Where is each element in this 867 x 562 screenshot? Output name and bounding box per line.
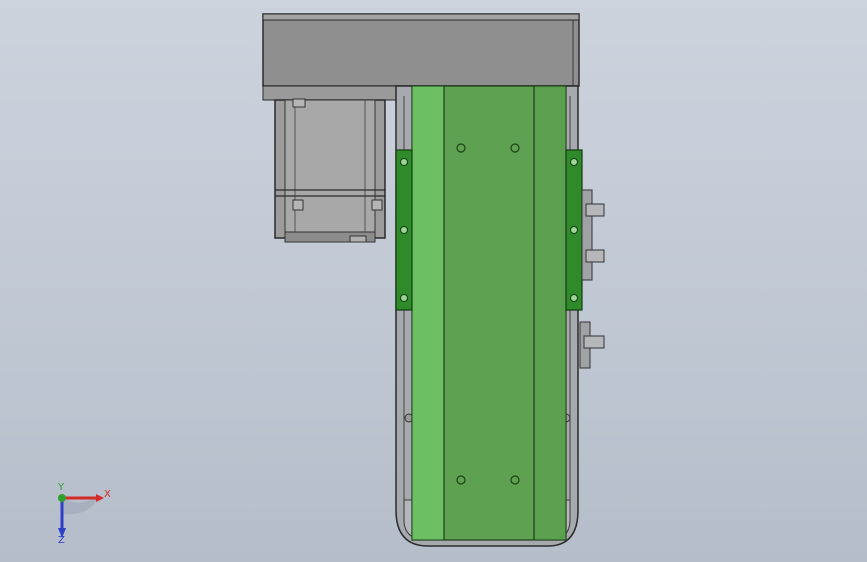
coordinate-triad: X Y Z	[57, 482, 111, 546]
x-axis-label: X	[104, 489, 111, 500]
y-axis-label: Y	[57, 482, 65, 493]
right-mounting-bracket[interactable]	[565, 149, 583, 311]
stepper-motor[interactable]	[274, 98, 386, 243]
z-axis-label: Z	[58, 535, 65, 546]
cad-viewport[interactable]: X Y Z	[0, 0, 867, 562]
left-mounting-bracket[interactable]	[395, 149, 413, 311]
side-clamps[interactable]	[579, 189, 605, 369]
conveyor-belt[interactable]	[411, 85, 567, 541]
